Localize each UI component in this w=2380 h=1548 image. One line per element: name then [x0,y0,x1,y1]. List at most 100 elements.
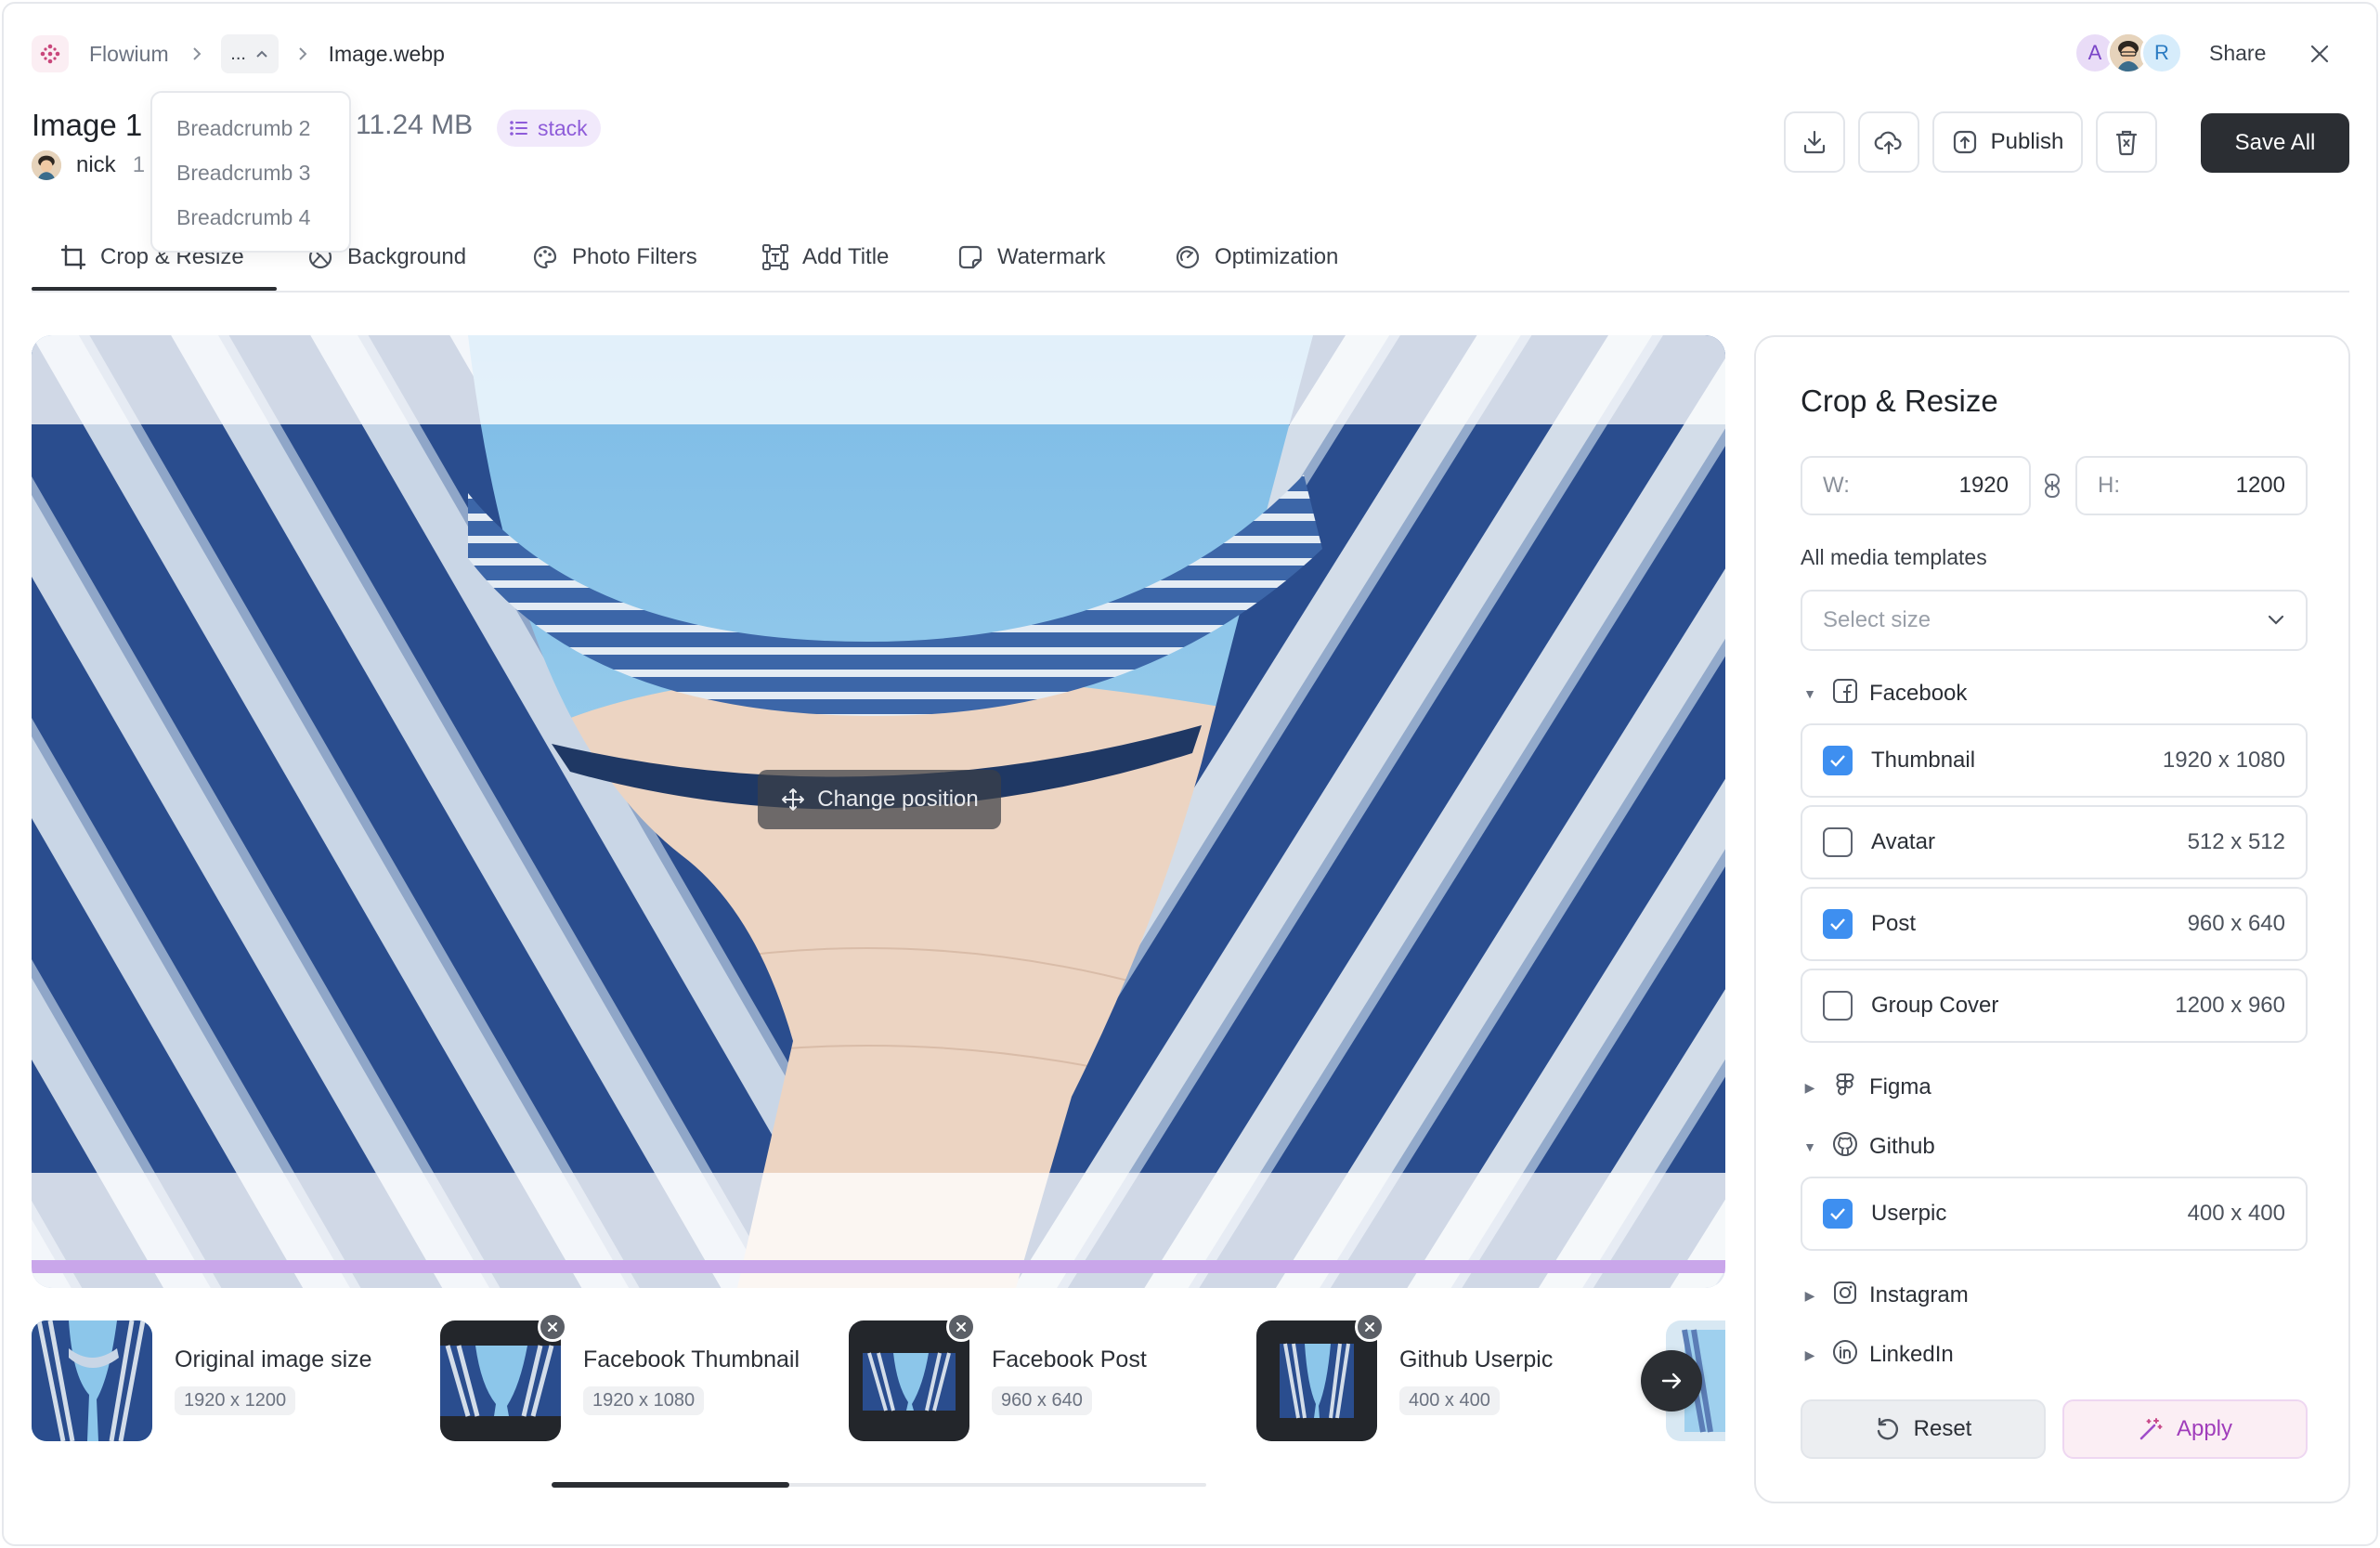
breadcrumb-menu-item[interactable]: Breadcrumb 4 [152,195,349,240]
width-label: W: [1823,473,1850,498]
group-label: LinkedIn [1869,1342,1954,1367]
group-github[interactable]: ▼ Github [1801,1128,1935,1165]
chevron-right-icon [191,46,202,61]
breadcrumb-app-link[interactable]: Flowium [89,42,169,67]
breadcrumb-ellipsis-button[interactable]: ... [220,34,279,73]
option-dims: 1200 x 960 [2175,993,2285,1018]
share-button[interactable]: Share [2209,41,2266,66]
remove-thumbnail-button[interactable] [946,1312,976,1342]
delete-button[interactable] [2096,111,2157,173]
thumbnail-github-userpic[interactable]: Github Userpic 400 x 400 [1256,1320,1553,1441]
group-instagram[interactable]: ▶ Instagram [1801,1277,1969,1314]
option-dims: 1920 x 1080 [2162,748,2285,773]
facebook-icon [1832,678,1858,710]
thumbnail-facebook-thumbnail[interactable]: Facebook Thumbnail 1920 x 1080 [440,1320,800,1441]
close-icon[interactable] [2307,41,2333,67]
thumbnail-facebook-post[interactable]: Facebook Post 960 x 640 [849,1320,1147,1441]
templates-label: All media templates [1801,545,1987,569]
width-input[interactable]: W: 1920 [1801,456,2031,515]
caret-down-icon: ▼ [1803,686,1816,701]
publish-button[interactable]: Publish [1932,111,2083,173]
option-github-userpic[interactable]: Userpic 400 x 400 [1801,1177,2308,1251]
thumbnail-dims: 960 x 640 [992,1386,1092,1415]
image-canvas[interactable]: Change position [32,335,1725,1288]
trash-icon [2115,130,2138,156]
caret-right-icon: ▶ [1804,1346,1815,1362]
option-dims: 400 x 400 [2187,1201,2285,1226]
breadcrumb-ellipsis-label: ... [230,43,246,64]
checkbox-checked[interactable] [1823,1199,1853,1229]
breadcrumb-current: Image.webp [328,41,445,66]
thumbnail-original[interactable]: Original image size 1920 x 1200 [32,1320,372,1441]
breadcrumb-dropdown-menu: Breadcrumb 2 Breadcrumb 3 Breadcrumb 4 [150,91,351,253]
option-dims: 960 x 640 [2187,911,2285,936]
thumbnail-title: Original image size [175,1346,372,1372]
publish-label: Publish [1990,129,2064,154]
linkedin-icon [1832,1339,1858,1372]
avatar[interactable]: R [2140,32,2183,74]
tab-add-title[interactable]: Add Title [761,234,889,280]
instagram-icon [1832,1280,1858,1312]
group-linkedin[interactable]: ▶ LinkedIn [1801,1336,1954,1373]
checkbox-checked[interactable] [1823,746,1853,775]
width-value: 1920 [1958,473,2009,498]
list-icon [510,121,528,136]
page-title: Image 1 [32,108,143,142]
text-frame-icon [762,244,788,270]
apply-button[interactable]: Apply [2062,1399,2308,1459]
move-icon [782,788,805,811]
group-label: Figma [1869,1074,1931,1099]
publish-icon [1953,130,1976,154]
option-facebook-group-cover[interactable]: Group Cover 1200 x 960 [1801,969,2308,1043]
remove-thumbnail-button[interactable] [1355,1312,1385,1342]
download-button[interactable] [1784,111,1845,173]
height-label: H: [2098,473,2120,498]
height-input[interactable]: H: 1200 [2075,456,2308,515]
option-facebook-thumbnail[interactable]: Thumbnail 1920 x 1080 [1801,723,2308,798]
watermark-icon [958,245,982,269]
option-facebook-avatar[interactable]: Avatar 512 x 512 [1801,805,2308,879]
owner-name: nick [76,152,116,177]
tag-label: stack [538,115,588,140]
reset-icon [1877,1417,1898,1440]
thumbnail-dims: 1920 x 1080 [583,1386,705,1415]
size-select[interactable]: Select size [1801,590,2308,651]
download-icon [1803,130,1826,154]
reset-button[interactable]: Reset [1801,1399,2046,1459]
checkbox[interactable] [1823,991,1853,1021]
breadcrumb-menu-item[interactable]: Breadcrumb 2 [152,106,349,150]
checkbox[interactable] [1823,827,1853,857]
close-icon [1365,1322,1374,1332]
option-dims: 512 x 512 [2187,829,2285,854]
option-label: Post [1871,911,1917,936]
tabs-divider [32,291,2349,293]
checkbox-checked[interactable] [1823,909,1853,939]
group-figma[interactable]: ▶ Figma [1801,1069,1931,1106]
thumbnail-image [1256,1320,1377,1441]
tab-label: Background [347,244,467,269]
breadcrumb-menu-item[interactable]: Breadcrumb 3 [152,150,349,195]
save-all-button[interactable]: Save All [2201,113,2349,173]
next-thumbnails-button[interactable] [1641,1350,1702,1411]
flowium-logo-icon [32,35,69,72]
option-facebook-post[interactable]: Post 960 x 640 [1801,887,2308,961]
group-facebook[interactable]: ▼ Facebook [1801,675,1967,712]
change-position-button[interactable]: Change position [758,770,1001,829]
tag-badge[interactable]: stack [497,110,601,147]
caret-down-icon: ▼ [1803,1139,1816,1154]
close-icon [956,1322,966,1332]
tab-watermark[interactable]: Watermark [956,234,1105,280]
remove-thumbnail-button[interactable] [538,1312,567,1342]
upload-cloud-button[interactable] [1858,111,1919,173]
tab-photo-filters[interactable]: Photo Filters [531,234,697,280]
thumbnail-scrollbar-thumb[interactable] [552,1482,789,1488]
caret-right-icon: ▶ [1804,1287,1815,1303]
github-icon [1832,1131,1858,1164]
group-label: Instagram [1869,1282,1969,1307]
link-icon[interactable] [2040,473,2064,499]
option-label: Group Cover [1871,993,1999,1018]
change-position-label: Change position [817,787,979,812]
chevron-right-icon [297,46,308,61]
tab-optimization[interactable]: Optimization [1174,234,1338,280]
chevron-up-icon [255,49,268,59]
